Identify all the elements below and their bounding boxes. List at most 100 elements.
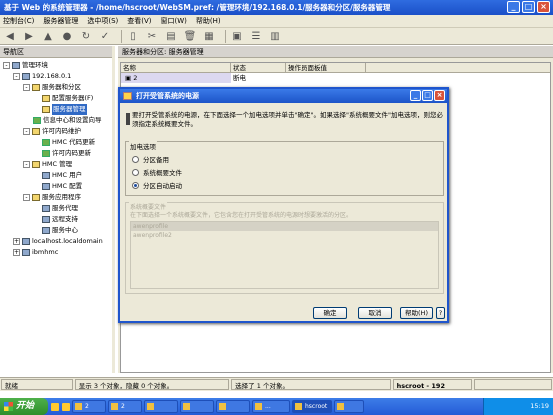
toolbar-divider <box>225 29 226 43</box>
tree-item-hmc-code-update[interactable]: HMC 代码更新 <box>42 137 95 148</box>
tree-item-service-focal[interactable]: 服务中心 <box>42 225 78 236</box>
tree-item-licensed-code[interactable]: - 许可内码维护 <box>23 126 81 137</box>
task-button[interactable] <box>334 400 364 413</box>
ok-button[interactable]: 确定 <box>313 307 347 319</box>
dialog-footer: 确定 取消 帮助(H) ? <box>120 304 447 321</box>
radio-circle[interactable] <box>132 155 139 163</box>
collapse-icon[interactable]: - <box>3 62 10 69</box>
tree-item-remote-support[interactable]: 远程支持 <box>42 214 78 225</box>
find-icon[interactable]: ✓ <box>98 30 112 43</box>
tree-item-hmc-users[interactable]: HMC 用户 <box>42 170 82 181</box>
menu-server-mgmt[interactable]: 服务器管理 <box>43 16 78 26</box>
server-icon: ▣ <box>125 74 134 82</box>
menu-window[interactable]: 窗口(W) <box>161 16 187 26</box>
delete-icon[interactable]: 🗑 <box>183 30 197 43</box>
help-button[interactable]: 帮助(H) <box>400 307 433 319</box>
menu-view[interactable]: 查看(V) <box>127 16 151 26</box>
status-bar: 就绪 显示 3 个对象，隐藏 0 个对象。 选择了 1 个对象。 hscroot… <box>0 377 553 391</box>
stop-icon[interactable]: ● <box>60 30 74 43</box>
radio-label: 分区备用 <box>143 156 169 164</box>
tree-item-ibmhmc[interactable]: + ibmhmc <box>13 247 58 258</box>
quicklaunch-icon[interactable] <box>51 402 59 411</box>
expand-icon[interactable]: + <box>13 249 20 256</box>
details-view-icon[interactable]: ▥ <box>268 30 282 43</box>
list-item[interactable]: awenprofile2 <box>131 231 438 240</box>
tree-item-hmc-config[interactable]: HMC 配置 <box>42 181 82 192</box>
list-view-icon[interactable]: ☰ <box>249 30 263 43</box>
task-button[interactable]: 2 <box>72 400 106 413</box>
context-help-button[interactable]: ? <box>436 307 445 319</box>
properties-icon[interactable]: ▦ <box>202 30 216 43</box>
col-name[interactable]: 名称 <box>121 63 231 72</box>
dialog-maximize-button[interactable]: □ <box>422 90 433 101</box>
collapse-icon[interactable]: - <box>23 84 30 91</box>
folder-icon <box>32 161 40 168</box>
tree-item-localhost[interactable]: + localhost.localdomain <box>13 236 103 247</box>
collapse-icon[interactable]: - <box>23 128 30 135</box>
config-icon <box>42 183 50 190</box>
menu-help[interactable]: 帮助(H) <box>196 16 221 26</box>
tree-item-service-agent[interactable]: 服务代理 <box>42 203 78 214</box>
status-spacer <box>474 379 553 390</box>
paste-icon[interactable]: ▤ <box>164 30 178 43</box>
clock: 15:19 <box>530 402 549 410</box>
collapse-icon[interactable]: - <box>23 194 30 201</box>
task-button[interactable]: 2 <box>108 400 142 413</box>
support-icon <box>42 216 50 223</box>
collapse-icon[interactable]: - <box>23 161 30 168</box>
back-icon[interactable]: ◀ <box>3 30 17 43</box>
tree-item-mgmt-env[interactable]: - 管理环境 <box>3 60 48 71</box>
radio-partition-autostart[interactable]: 分区自动启动 <box>132 180 182 190</box>
folder-icon <box>32 194 40 201</box>
forward-icon[interactable]: ▶ <box>22 30 36 43</box>
tree-item-host[interactable]: -192.168.0.1 <box>13 71 71 82</box>
task-button[interactable]: ... <box>252 400 290 413</box>
menu-selected[interactable]: 选中项(S) <box>87 16 118 26</box>
radio-system-profile[interactable]: 系统概要文件 <box>132 167 182 177</box>
status-shown: 显示 3 个对象，隐藏 0 个对象。 <box>74 379 230 390</box>
navigation-pane: 导航区 - 管理环境 -192.168.0.1 - 服务器和分区 配置服务器(F) … <box>0 46 115 373</box>
tree-item-server-mgmt[interactable]: 服务器管理 <box>42 104 87 115</box>
dialog-titlebar: 打开受管系统的电源 _ □ × <box>120 89 447 103</box>
tree-item-license-update[interactable]: 许可内码更新 <box>42 148 91 159</box>
large-icons-view-icon[interactable]: ▣ <box>230 30 244 43</box>
task-button[interactable] <box>144 400 178 413</box>
table-row[interactable]: ▣ 2 断电 <box>121 73 550 83</box>
start-button[interactable]: 开始 <box>0 398 48 415</box>
collapse-icon[interactable]: - <box>13 73 20 80</box>
task-button[interactable] <box>180 400 214 413</box>
close-button[interactable]: × <box>537 1 550 13</box>
col-panel[interactable]: 操作员面板值 <box>286 63 366 72</box>
radio-partition-standby[interactable]: 分区备用 <box>132 154 169 164</box>
list-item[interactable]: awenprofile <box>131 222 438 231</box>
profile-description: 在下面选择一个系统概要文件，它包含您在打开受管系统的电源时想要激活的分区。 <box>130 212 353 219</box>
col-status[interactable]: 状态 <box>231 63 286 72</box>
minimize-button[interactable]: _ <box>507 1 520 13</box>
table-header: 名称 状态 操作员面板值 <box>121 63 550 73</box>
cancel-button[interactable]: 取消 <box>358 307 392 319</box>
tree-item-config-server[interactable]: 配置服务器(F) <box>42 93 93 104</box>
tree-item-hmc-mgmt[interactable]: - HMC 管理 <box>23 159 72 170</box>
system-profile-group: 系统概要文件 在下面选择一个系统概要文件，它包含您在打开受管系统的电源时想要激活… <box>125 202 444 294</box>
refresh-icon[interactable]: ↻ <box>79 30 93 43</box>
task-button[interactable] <box>216 400 250 413</box>
dialog-close-button[interactable]: × <box>434 90 445 101</box>
profile-list[interactable]: awenprofile awenprofile2 <box>130 221 439 289</box>
row-status: 断电 <box>233 74 246 82</box>
menu-console[interactable]: 控制台(C) <box>3 16 34 26</box>
task-button-active[interactable]: hscroot <box>292 400 332 413</box>
tree-item-service-apps[interactable]: - 服务应用程序 <box>23 192 81 203</box>
radio-circle[interactable] <box>132 168 139 176</box>
maximize-button[interactable]: □ <box>522 1 535 13</box>
dialog-message-text: 要打开受管系统的电源，在下面选择一个加电选项并单击"确定"。如果选择"系统概要文… <box>132 111 443 128</box>
radio-circle-selected[interactable] <box>132 181 139 189</box>
quicklaunch-icon[interactable] <box>62 402 70 411</box>
up-icon[interactable]: ▲ <box>41 30 55 43</box>
dialog-minimize-button[interactable]: _ <box>410 90 421 101</box>
copy-icon[interactable]: ▯ <box>126 30 140 43</box>
expand-icon[interactable]: + <box>13 238 20 245</box>
server-icon <box>42 106 50 113</box>
cut-icon[interactable]: ✂ <box>145 30 159 43</box>
tree-item-info-center[interactable]: 信息中心和设置向导 <box>33 115 102 126</box>
tree-item-servers-partitions[interactable]: - 服务器和分区 <box>23 82 81 93</box>
